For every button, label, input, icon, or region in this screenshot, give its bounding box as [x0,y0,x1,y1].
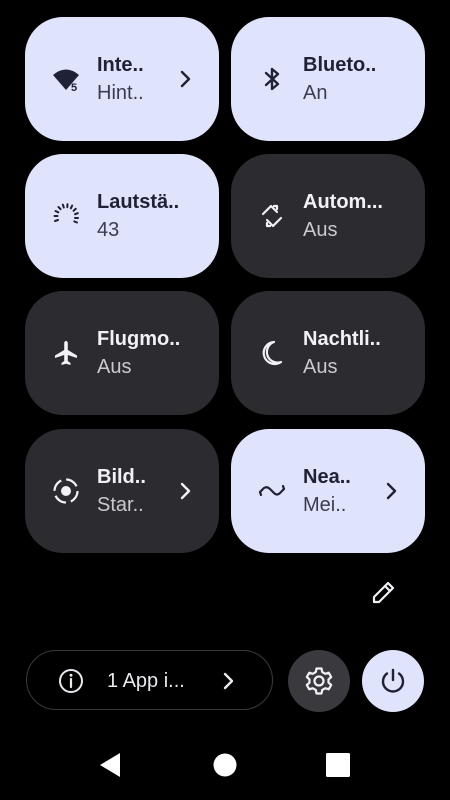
tile-screenrecord[interactable]: Bild.. Star.. [25,429,219,553]
chevron-right-icon [173,67,197,91]
edit-tiles-button[interactable] [368,576,400,608]
tile-state: Aus [97,356,132,378]
gear-icon [305,667,333,695]
pencil-icon [372,581,395,604]
power-icon [381,668,405,693]
screen-record-icon [51,476,81,506]
chevron-right-icon [216,669,240,693]
back-button[interactable] [96,750,126,780]
tile-nightlight-text: Nachtli.. Aus [303,327,393,379]
power-button[interactable] [362,650,424,712]
tile-autorotate-text: Autom... Aus [303,190,393,242]
chevron-right-icon [379,479,403,503]
tile-label: Flugmo.. [97,328,181,350]
active-apps-button[interactable]: 1 App i... [26,650,273,710]
recents-button[interactable] [323,750,353,780]
rotate-icon [257,201,287,231]
tile-volume-text: Lautstä.. 43 [97,190,187,242]
bluetooth-icon [257,64,287,94]
tile-autorotate[interactable]: Autom... Aus [231,154,425,278]
tile-bluetooth[interactable]: Blueto.. An [231,17,425,141]
tile-nightlight[interactable]: Nachtli.. Aus [231,291,425,415]
wifi-icon: 5 [51,64,81,94]
tile-label: Blueto.. [303,54,377,76]
tile-state: Aus [303,219,338,241]
tile-internet[interactable]: 5 Inte.. Hint.. [25,17,219,141]
recents-square-icon [326,753,350,777]
tile-state: An [303,82,328,104]
info-icon [57,667,85,695]
navigation-bar [0,730,450,800]
tile-label: Nachtli.. [303,328,381,350]
chevron-right-icon [173,479,197,503]
settings-button[interactable] [288,650,350,712]
tile-label: Autom... [303,191,383,213]
tile-volume[interactable]: Lautstä.. 43 [25,154,219,278]
tile-airplane[interactable]: Flugmo.. Aus [25,291,219,415]
tile-state: 43 [97,219,120,241]
volume-dial-icon [51,201,81,231]
home-circle-icon [213,753,237,777]
active-apps-label: 1 App i... [107,670,185,692]
tile-nearby[interactable]: Nea.. Mei.. [231,429,425,553]
tile-airplane-text: Flugmo.. Aus [97,327,187,379]
tile-label: Lautstä.. [97,191,180,213]
tile-bluetooth-text: Blueto.. An [303,53,393,105]
nearby-share-icon [257,476,287,506]
moon-icon [257,338,287,368]
tile-state: Aus [303,356,338,378]
wifi-badge: 5 [71,82,77,94]
back-triangle-icon [100,753,120,777]
airplane-icon [51,338,81,368]
home-button[interactable] [210,750,240,780]
